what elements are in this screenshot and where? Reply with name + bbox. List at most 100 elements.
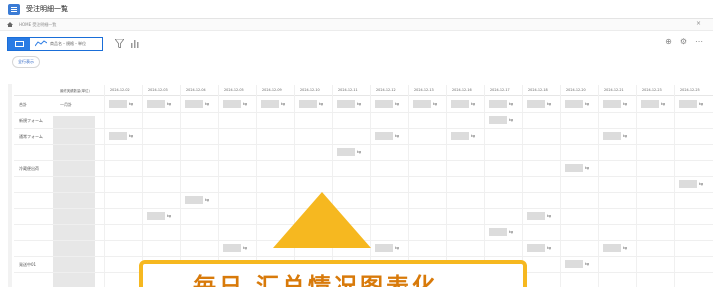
view-switcher[interactable]: 商品名・規格・単位: [7, 36, 103, 51]
line-chart-icon: [35, 40, 47, 47]
value-cell[interactable]: kg: [375, 99, 399, 108]
unit-suffix: kg: [243, 101, 248, 106]
value-cell[interactable]: kg: [109, 131, 133, 140]
value-cell[interactable]: kg: [223, 243, 247, 252]
breadcrumb-text[interactable]: HOME 受注明細一覧: [19, 22, 56, 28]
value-cell[interactable]: kg: [185, 195, 209, 204]
unit-suffix: kg: [547, 245, 552, 250]
value-cell[interactable]: kg: [337, 147, 361, 156]
home-icon[interactable]: [7, 22, 13, 27]
filter-icon[interactable]: [113, 38, 125, 50]
value-cell[interactable]: kg: [565, 99, 589, 108]
redacted-value: [451, 131, 469, 140]
value-cell[interactable]: kg: [261, 99, 285, 108]
redacted-value: [527, 99, 545, 108]
table-row[interactable]: [14, 177, 713, 193]
toolbar-right-icons: ⊕ ⚙ ⋯: [665, 37, 703, 46]
chart-view-button[interactable]: 商品名・規格・単位: [30, 38, 102, 50]
redacted-value: [299, 99, 317, 108]
unit-column-header: 最終実績数量(単位): [60, 89, 90, 93]
value-cell[interactable]: kg: [185, 99, 209, 108]
date-column-header: 2024-12-12: [376, 88, 396, 92]
table-view-icon[interactable]: [8, 37, 30, 50]
redacted-value: [223, 99, 241, 108]
filter-dropdown[interactable]: 全行表示: [12, 56, 40, 68]
row-label: 新規フォーム: [19, 118, 43, 123]
redacted-value: [413, 99, 431, 108]
redacted-value: [147, 99, 165, 108]
value-cell[interactable]: kg: [223, 99, 247, 108]
value-cell[interactable]: kg: [603, 99, 627, 108]
value-cell[interactable]: kg: [299, 99, 323, 108]
value-cell[interactable]: kg: [109, 99, 133, 108]
add-icon[interactable]: ⊕: [665, 37, 672, 46]
redacted-value: [261, 99, 279, 108]
redacted-value: [603, 243, 621, 252]
data-grid: 最終実績数量(単位) 2024-12-02 2024-12-03 2024-12-0…: [14, 85, 713, 287]
row-label: 発送中01: [19, 262, 37, 267]
grid-header: 最終実績数量(単位) 2024-12-02 2024-12-03 2024-12-0…: [14, 85, 713, 96]
redacted-value: [451, 99, 469, 108]
unit-suffix: kg: [585, 165, 590, 170]
redacted-value: [375, 243, 393, 252]
gear-icon[interactable]: ⚙: [680, 37, 687, 46]
value-cell[interactable]: kg: [565, 163, 589, 172]
redacted-value: [527, 211, 545, 220]
bar-chart-icon[interactable]: [128, 38, 140, 50]
redacted-value: [375, 131, 393, 140]
more-icon[interactable]: ⋯: [695, 37, 703, 46]
unit-cell: 一月計: [60, 102, 72, 107]
close-icon[interactable]: ×: [696, 20, 701, 27]
value-cell[interactable]: kg: [451, 131, 475, 140]
value-cell[interactable]: kg: [603, 131, 627, 140]
toolbar: 商品名・規格・単位: [0, 31, 713, 56]
table-row[interactable]: [14, 145, 713, 161]
value-cell[interactable]: kg: [451, 99, 475, 108]
unit-suffix: kg: [585, 261, 590, 266]
table-row[interactable]: 新規フォーム: [14, 113, 713, 129]
unit-suffix: kg: [281, 101, 286, 106]
value-cell[interactable]: kg: [147, 99, 171, 108]
redacted-value: [489, 99, 507, 108]
unit-suffix: kg: [395, 133, 400, 138]
unit-suffix: kg: [547, 213, 552, 218]
value-cell[interactable]: kg: [337, 99, 361, 108]
value-cell[interactable]: kg: [527, 243, 551, 252]
value-cell[interactable]: kg: [679, 99, 703, 108]
date-column-header: 2024-12-21: [604, 88, 624, 92]
left-scrollbar[interactable]: [8, 84, 12, 287]
redacted-value: [337, 147, 355, 156]
date-column-header: 2024-12-23: [642, 88, 662, 92]
redacted-value: [185, 99, 203, 108]
date-column-header: 2024-12-05: [224, 88, 244, 92]
unit-suffix: kg: [243, 245, 248, 250]
date-column-header: 2024-12-03: [148, 88, 168, 92]
redacted-value: [679, 99, 697, 108]
value-cell[interactable]: kg: [679, 179, 703, 188]
value-cell[interactable]: kg: [375, 131, 399, 140]
unit-suffix: kg: [585, 101, 590, 106]
value-cell[interactable]: kg: [565, 259, 589, 268]
value-cell[interactable]: kg: [147, 211, 171, 220]
value-cell[interactable]: kg: [375, 243, 399, 252]
value-cell[interactable]: kg: [641, 99, 665, 108]
unit-suffix: kg: [395, 245, 400, 250]
unit-suffix: kg: [509, 229, 514, 234]
redacted-value: [565, 163, 583, 172]
value-cell[interactable]: kg: [413, 99, 437, 108]
redacted-value: [147, 211, 165, 220]
redacted-value: [489, 115, 507, 124]
value-cell[interactable]: kg: [603, 243, 627, 252]
redacted-value: [603, 99, 621, 108]
row-label: 通常フォーム: [19, 134, 43, 139]
value-cell[interactable]: kg: [489, 227, 513, 236]
row-label: 冷蔵便出荷: [19, 166, 39, 171]
date-column-header: 2024-12-20: [566, 88, 586, 92]
table-row[interactable]: 冷蔵便出荷: [14, 161, 713, 177]
unit-suffix: kg: [129, 101, 134, 106]
value-cell[interactable]: kg: [527, 99, 551, 108]
redacted-value: [489, 227, 507, 236]
value-cell[interactable]: kg: [489, 99, 513, 108]
value-cell[interactable]: kg: [527, 211, 551, 220]
value-cell[interactable]: kg: [489, 115, 513, 124]
